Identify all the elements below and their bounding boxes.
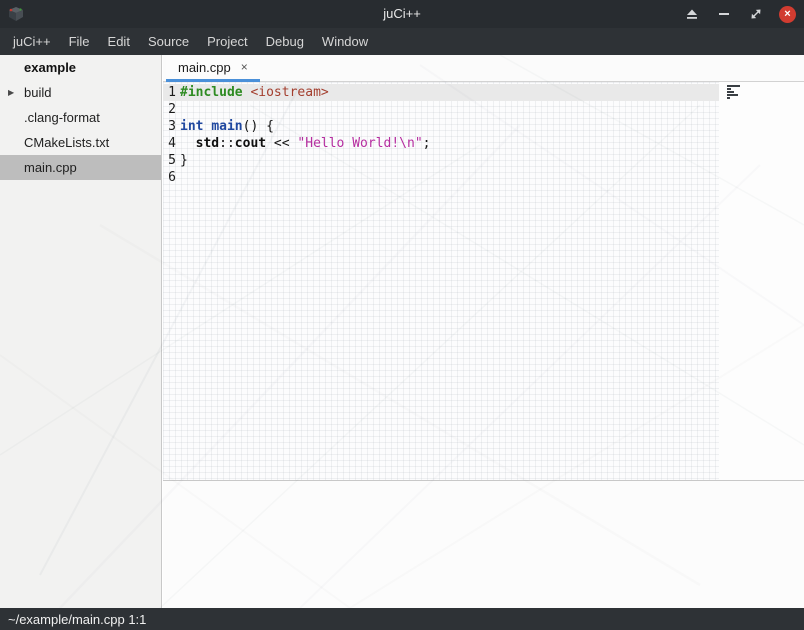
- code-text: #include <iostream>: [180, 84, 329, 101]
- line-number: 4: [163, 135, 180, 152]
- menu-window[interactable]: Window: [313, 28, 377, 55]
- status-bar: ~/example/main.cpp 1:1: [0, 608, 804, 630]
- menubar: juCi++FileEditSourceProjectDebugWindow: [0, 28, 804, 55]
- editor: 1#include <iostream>23int main() {4 std:…: [163, 82, 804, 481]
- tree-item--clang-format[interactable]: .clang-format: [0, 105, 161, 130]
- status-text: ~/example/main.cpp 1:1: [8, 612, 146, 627]
- tree-item-main-cpp[interactable]: main.cpp: [0, 155, 161, 180]
- code-text: int main() {: [180, 118, 274, 135]
- menu-debug[interactable]: Debug: [257, 28, 313, 55]
- restore-button[interactable]: [747, 6, 764, 23]
- line-number: 3: [163, 118, 180, 135]
- tab-label: main.cpp: [178, 60, 231, 75]
- file-tree: ▶build .clang-format CMakeLists.txt main.cp…: [0, 80, 161, 180]
- restore-icon: [750, 8, 762, 20]
- tree-item-label: CMakeLists.txt: [24, 135, 109, 150]
- window-controls: ×: [683, 0, 796, 28]
- line-number: 1: [163, 84, 180, 101]
- minimize-button[interactable]: [715, 6, 732, 23]
- tree-item-label: main.cpp: [24, 160, 77, 175]
- tree-item-label: build: [24, 85, 51, 100]
- shade-button[interactable]: [683, 6, 700, 23]
- menu-file[interactable]: File: [60, 28, 99, 55]
- expander-icon[interactable]: ▶: [8, 88, 24, 97]
- code-line-2[interactable]: 2: [163, 101, 719, 118]
- code-text: std::cout << "Hello World!\n";: [180, 135, 430, 152]
- minimize-icon: [719, 13, 729, 15]
- tab-bar: main.cpp ×: [163, 55, 804, 82]
- line-number: 2: [163, 101, 180, 118]
- code-line-4[interactable]: 4 std::cout << "Hello World!\n";: [163, 135, 719, 152]
- bottom-panel: [163, 481, 804, 608]
- overview-map[interactable]: [727, 85, 747, 100]
- sidebar: example ▶build .clang-format CMakeLists.tx…: [0, 55, 162, 608]
- code-line-3[interactable]: 3int main() {: [163, 118, 719, 135]
- titlebar: juCi++ ×: [0, 0, 804, 28]
- menu-juci[interactable]: juCi++: [4, 28, 60, 55]
- menu-source[interactable]: Source: [139, 28, 198, 55]
- line-number: 6: [163, 169, 180, 186]
- project-root[interactable]: example: [0, 55, 161, 80]
- tree-item-cmakelists-txt[interactable]: CMakeLists.txt: [0, 130, 161, 155]
- tab-close-icon[interactable]: ×: [241, 61, 248, 73]
- shade-icon: [686, 8, 698, 20]
- close-button[interactable]: ×: [779, 6, 796, 23]
- menu-edit[interactable]: Edit: [99, 28, 139, 55]
- code-line-5[interactable]: 5}: [163, 152, 719, 169]
- code-text: }: [180, 152, 188, 169]
- tab-main-cpp[interactable]: main.cpp ×: [166, 55, 260, 82]
- project-root-label: example: [24, 60, 76, 75]
- code-line-1[interactable]: 1#include <iostream>: [163, 84, 719, 101]
- tree-item-label: .clang-format: [24, 110, 100, 125]
- code-area[interactable]: 1#include <iostream>23int main() {4 std:…: [163, 82, 719, 480]
- code-line-6[interactable]: 6: [163, 169, 719, 186]
- tree-item-build[interactable]: ▶build: [0, 80, 161, 105]
- close-icon: ×: [784, 6, 790, 23]
- menu-project[interactable]: Project: [198, 28, 256, 55]
- line-number: 5: [163, 152, 180, 169]
